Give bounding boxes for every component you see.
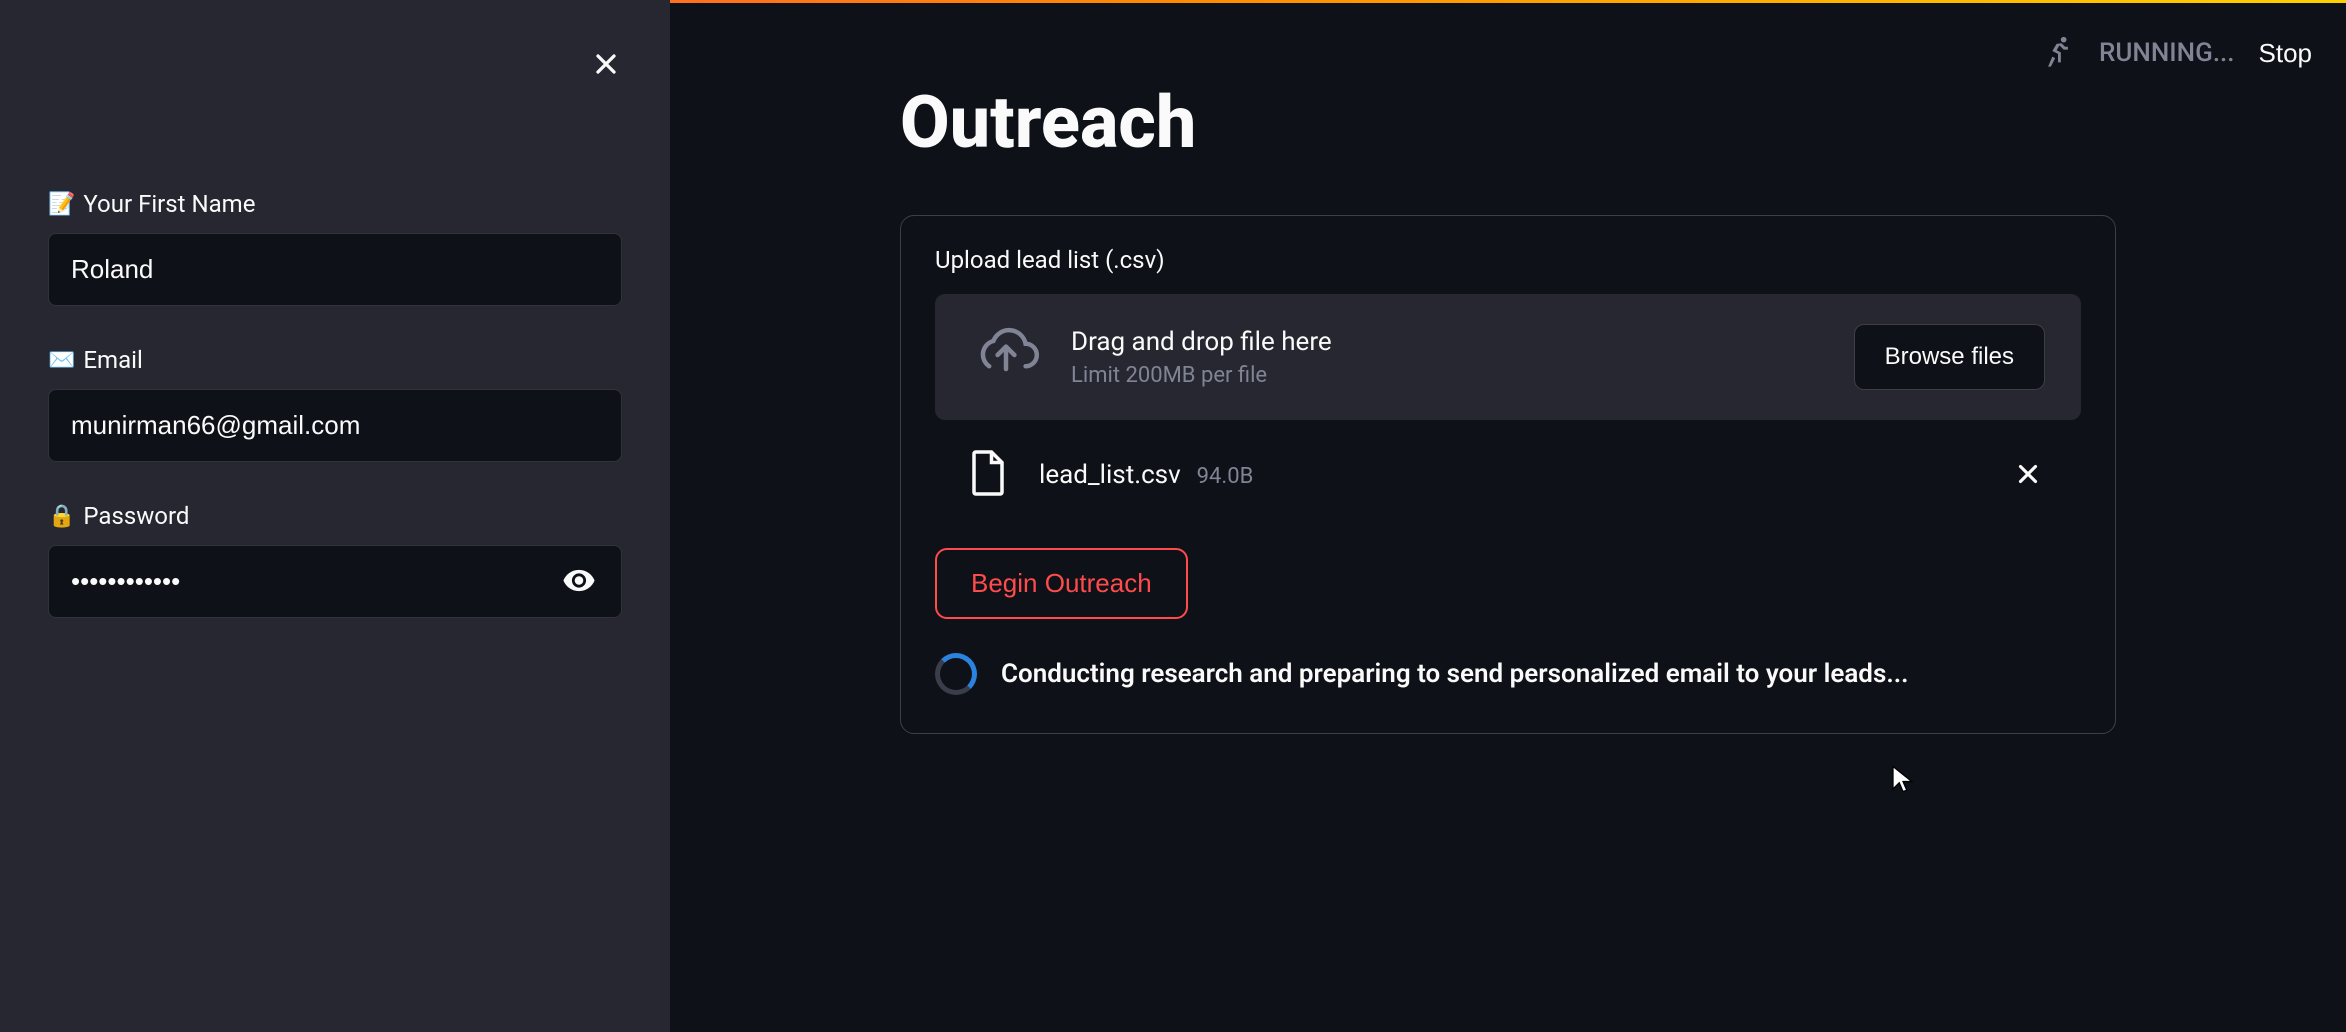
mouse-cursor-icon	[1890, 764, 1916, 794]
file-icon	[967, 448, 1009, 502]
upload-card: Upload lead list (.csv) Drag and drop fi…	[900, 215, 2116, 734]
app-layout: 📝 Your First Name ✉️ Email 🔒 Password	[0, 0, 2346, 1032]
password-input[interactable]	[48, 545, 622, 618]
password-field: 🔒 Password	[48, 502, 622, 618]
toggle-password-visibility-button[interactable]	[558, 559, 600, 604]
running-status-text: RUNNING...	[2099, 38, 2234, 68]
main-content: RUNNING... Stop Outreach Upload lead lis…	[670, 0, 2346, 1032]
email-field: ✉️ Email	[48, 346, 622, 462]
status-row: Conducting research and preparing to sen…	[935, 653, 2081, 695]
password-label: 🔒 Password	[48, 502, 622, 530]
remove-file-button[interactable]	[2007, 453, 2049, 498]
first-name-label: 📝 Your First Name	[48, 190, 622, 218]
cloud-upload-icon	[971, 327, 1041, 387]
status-topbar: RUNNING... Stop	[2041, 34, 2312, 72]
email-label: ✉️ Email	[48, 346, 622, 374]
uploaded-file-size: 94.0B	[1197, 464, 1254, 489]
upload-section-label: Upload lead list (.csv)	[935, 246, 2081, 274]
envelope-emoji-icon: ✉️	[48, 348, 75, 373]
pencil-emoji-icon: 📝	[48, 192, 75, 217]
email-label-text: Email	[83, 346, 142, 374]
sidebar: 📝 Your First Name ✉️ Email 🔒 Password	[0, 0, 670, 1032]
status-message: Conducting research and preparing to sen…	[1001, 659, 1908, 689]
uploaded-file-name: lead_list.csv	[1039, 460, 1181, 490]
close-sidebar-button[interactable]	[582, 40, 630, 91]
browse-files-button[interactable]: Browse files	[1854, 324, 2045, 390]
eye-icon	[562, 563, 596, 597]
close-icon	[2013, 459, 2043, 489]
dropzone-subtitle: Limit 200MB per file	[1071, 363, 1824, 388]
uploaded-file-row: lead_list.csv 94.0B	[935, 420, 2081, 518]
loading-spinner-icon	[935, 653, 977, 695]
password-label-text: Password	[83, 502, 189, 530]
first-name-input[interactable]	[48, 233, 622, 306]
page-title: Outreach	[900, 80, 2116, 165]
begin-outreach-button[interactable]: Begin Outreach	[935, 548, 1188, 619]
file-dropzone[interactable]: Drag and drop file here Limit 200MB per …	[935, 294, 2081, 420]
first-name-label-text: Your First Name	[83, 190, 255, 218]
dropzone-title: Drag and drop file here	[1071, 327, 1824, 357]
email-input[interactable]	[48, 389, 622, 462]
lock-emoji-icon: 🔒	[48, 504, 75, 529]
first-name-field: 📝 Your First Name	[48, 190, 622, 306]
stop-button[interactable]: Stop	[2259, 38, 2313, 69]
running-icon	[2041, 34, 2075, 72]
close-icon	[590, 48, 622, 80]
